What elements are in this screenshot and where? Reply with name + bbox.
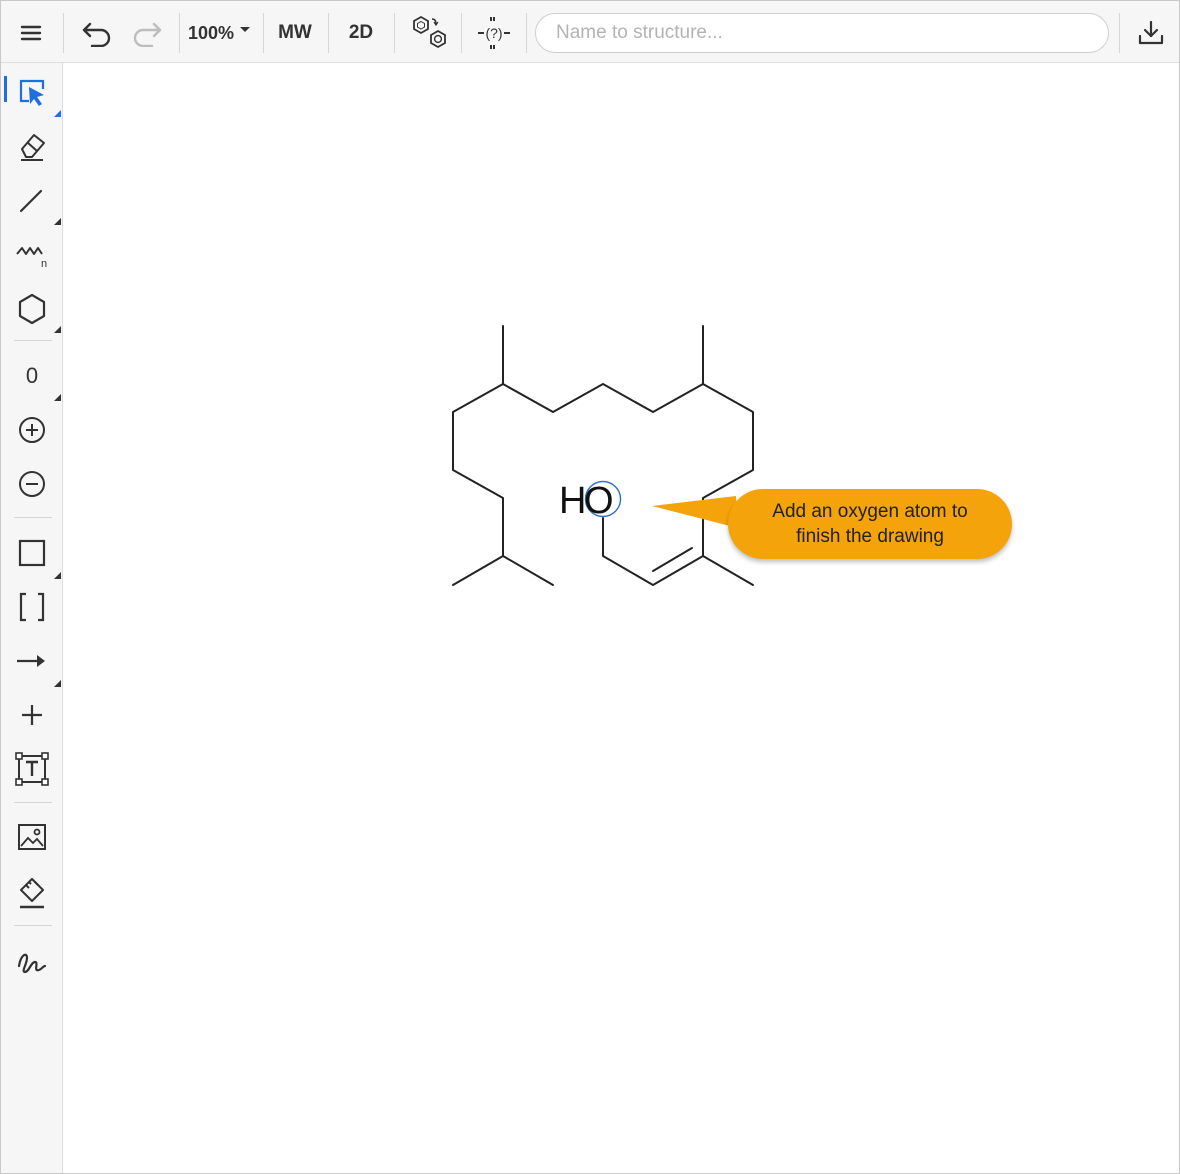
double-bond-line: [652, 547, 693, 572]
hint-tooltip-text: Add an oxygen atom to finish the drawing: [772, 501, 968, 547]
carbon-chain: [452, 555, 554, 586]
atom-label-o[interactable]: O: [584, 480, 614, 522]
atom-label-h[interactable]: H: [559, 480, 586, 522]
molecule-structure: H O: [452, 325, 754, 586]
tooltip-pointer: [652, 496, 738, 528]
hint-tooltip: Add an oxygen atom to finish the drawing: [728, 489, 1012, 559]
